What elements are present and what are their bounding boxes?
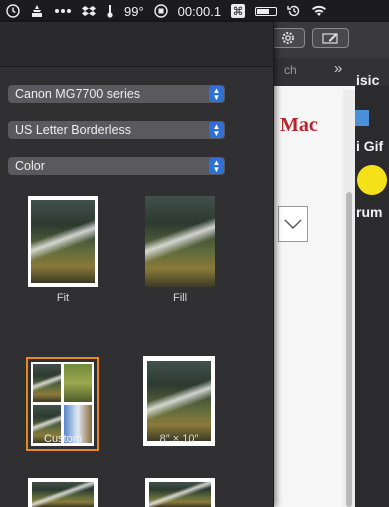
more-dots-icon[interactable] <box>54 0 72 22</box>
background-browser-window: ch » Mac isic i Gif rum <box>270 22 389 507</box>
layout-fit-label: Fit <box>56 292 70 304</box>
stop-timer-icon[interactable] <box>153 0 168 22</box>
updown-arrows-icon: ▲ ▼ <box>209 122 224 138</box>
print-dialog-panel: Canon MG7700 series ▲ ▼ US Letter Borderl… <box>0 22 274 507</box>
svg-text:⌘: ⌘ <box>233 5 244 18</box>
paper-size-popup[interactable]: US Letter Borderless ▲ ▼ <box>8 121 225 139</box>
thermometer-icon <box>106 0 114 22</box>
gear-icon <box>282 32 294 44</box>
alfred-hat-icon[interactable] <box>30 0 44 22</box>
photo-preview <box>33 364 61 402</box>
history-clock-icon[interactable] <box>287 0 301 22</box>
side-text-2: i Gif <box>356 138 384 154</box>
layout-thumbnail[interactable] <box>145 478 215 507</box>
page-headline: Mac <box>280 114 318 136</box>
menu-bar: 99° 00:00.1 ⌘ <box>0 0 389 22</box>
page-scroll-thumb[interactable] <box>346 192 352 507</box>
layout-fill-label: Fill <box>172 292 188 304</box>
compose-button[interactable] <box>312 28 349 48</box>
color-popup[interactable]: Color ▲ ▼ <box>8 157 225 175</box>
wifi-icon[interactable] <box>311 0 327 22</box>
side-text-3: rum <box>356 204 383 220</box>
pencil-icon <box>321 33 338 44</box>
chevron-down-icon <box>284 219 302 229</box>
battery-icon[interactable] <box>255 0 278 22</box>
layout-custom-label: Custom <box>44 433 82 445</box>
color-popup-label: Color <box>15 159 45 173</box>
command-key-icon[interactable]: ⌘ <box>231 0 246 22</box>
photo-preview <box>147 361 211 441</box>
updown-arrows-icon: ▲ ▼ <box>209 158 224 174</box>
time-machine-icon[interactable] <box>6 0 20 22</box>
photo-preview <box>64 364 92 402</box>
yellow-circle-icon <box>357 165 387 195</box>
printer-popup[interactable]: Canon MG7700 series ▲ ▼ <box>8 85 225 103</box>
layout-8x10-label: 8″ × 10″ <box>159 433 199 445</box>
photo-preview <box>149 482 211 507</box>
side-text-1: isic <box>356 72 380 88</box>
timer-readout[interactable]: 00:00.1 <box>178 4 221 19</box>
photo-preview <box>145 196 215 287</box>
printer-popup-label: Canon MG7700 series <box>15 87 141 101</box>
page-dropdown[interactable] <box>278 206 308 242</box>
photo-preview <box>31 200 95 283</box>
overflow-chevron[interactable]: » <box>334 60 342 77</box>
updown-arrows-icon: ▲ ▼ <box>209 86 224 102</box>
temperature-readout[interactable]: 99° <box>124 4 144 19</box>
search-field-fragment[interactable]: ch <box>284 63 297 77</box>
dropbox-icon[interactable] <box>82 0 96 22</box>
layout-fit-thumbnail[interactable] <box>28 196 98 287</box>
blue-tile-icon <box>355 110 369 126</box>
settings-button[interactable] <box>271 28 305 48</box>
photo-preview <box>32 482 94 507</box>
panel-header <box>0 22 273 67</box>
paper-size-popup-label: US Letter Borderless <box>15 123 132 137</box>
layout-fill-thumbnail[interactable] <box>145 196 215 287</box>
layout-thumbnail[interactable] <box>28 478 98 507</box>
